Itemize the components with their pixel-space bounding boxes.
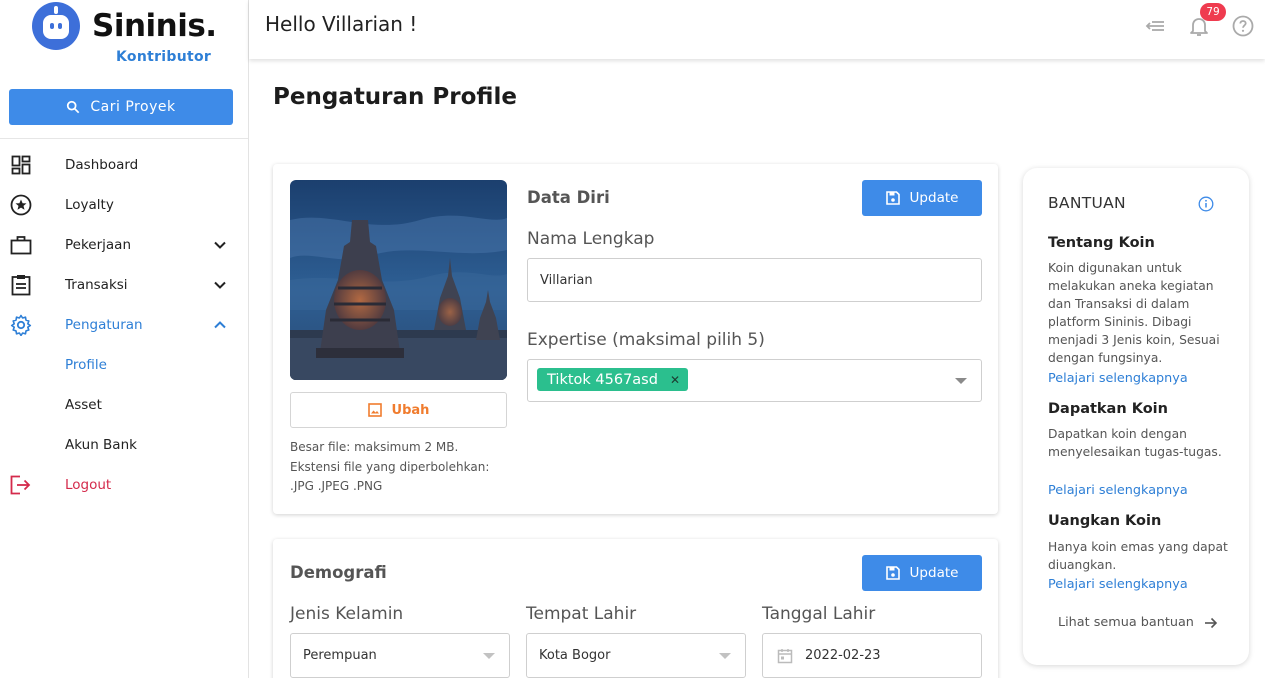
gear-icon <box>10 314 32 336</box>
sidebar-item-label: Transaksi <box>65 277 128 293</box>
help-link-tentang-koin[interactable]: Pelajari selengkapnya <box>1048 371 1188 386</box>
birthplace-select[interactable]: Kota Bogor <box>526 633 746 678</box>
sidebar-subitem-akun-bank[interactable]: Akun Bank <box>0 425 248 465</box>
briefcase-icon <box>10 234 32 256</box>
sidebar-nav: Dashboard Loyalty Pekerjaan Transaksi Pe… <box>0 145 248 505</box>
sidebar-item-label: Loyalty <box>65 197 114 213</box>
logout-icon <box>10 474 32 496</box>
brand-name: Sininis. <box>92 8 217 44</box>
expertise-chip: Tiktok 4567asd ✕ <box>537 368 689 391</box>
birthplace-label: Tempat Lahir <box>526 604 637 624</box>
update-label: Update <box>909 190 959 206</box>
demografi-title: Demografi <box>290 563 387 582</box>
sidebar-subitem-asset[interactable]: Asset <box>0 385 248 425</box>
profile-photo <box>290 180 507 380</box>
search-project-button[interactable]: Cari Proyek <box>9 89 233 125</box>
sidebar-item-label: Pekerjaan <box>65 237 132 253</box>
help-heading-dapatkan-koin: Dapatkan Koin <box>1048 401 1168 417</box>
see-all-help-link[interactable]: Lihat semua bantuan <box>1058 615 1218 630</box>
collapse-menu-icon[interactable] <box>1143 14 1167 38</box>
full-name-field[interactable]: Villarian <box>527 258 982 302</box>
change-photo-button[interactable]: Ubah <box>290 392 507 428</box>
chevron-down-icon <box>214 281 226 289</box>
page-title: Pengaturan Profile <box>273 84 517 110</box>
help-text-tentang-koin: Koin digunakan untuk melakukan aneka keg… <box>1048 261 1220 365</box>
expertise-label: Expertise (maksimal pilih 5) <box>527 330 765 350</box>
brand-subtitle: Kontributor <box>116 49 212 65</box>
image-icon <box>367 403 382 417</box>
data-diri-update-button[interactable]: Update <box>862 180 982 216</box>
help-link-uangkan-koin[interactable]: Pelajari selengkapnya <box>1048 577 1188 592</box>
birthplace-value: Kota Bogor <box>539 648 611 663</box>
sidebar-item-transaksi[interactable]: Transaksi <box>0 265 248 305</box>
sidebar-item-label: Akun Bank <box>65 437 137 453</box>
clipboard-icon <box>10 274 32 296</box>
sidebar-item-label: Pengaturan <box>65 317 143 333</box>
help-circle-icon[interactable] <box>1231 14 1255 38</box>
brand-logo[interactable]: Sininis. Kontributor <box>32 2 222 68</box>
search-icon <box>67 100 80 114</box>
file-info: Besar file: maksimum 2 MB. Ekstensi file… <box>290 438 507 497</box>
gender-value: Perempuan <box>303 648 377 663</box>
full-name-label: Nama Lengkap <box>527 229 655 249</box>
calendar-icon <box>777 648 793 663</box>
help-title: BANTUAN <box>1048 194 1126 212</box>
arrow-right-icon <box>1204 617 1218 628</box>
gender-label: Jenis Kelamin <box>290 604 404 624</box>
dropdown-caret-icon <box>719 652 731 659</box>
expertise-chip-label: Tiktok 4567asd <box>547 371 658 388</box>
dashboard-icon <box>10 154 32 176</box>
see-all-help-label: Lihat semua bantuan <box>1058 615 1194 630</box>
sidebar-item-label: Logout <box>65 477 112 493</box>
star-icon <box>10 194 32 216</box>
dropdown-caret-icon <box>955 377 967 384</box>
help-heading-uangkan-koin: Uangkan Koin <box>1048 513 1162 529</box>
file-size-note: Besar file: maksimum 2 MB. <box>290 440 459 454</box>
birthdate-field[interactable]: 2022-02-23 <box>762 633 982 678</box>
notification-badge: 79 <box>1200 3 1226 21</box>
sidebar-item-loyalty[interactable]: Loyalty <box>0 185 248 225</box>
mascot-logo-icon <box>32 2 80 50</box>
sidebar-item-logout[interactable]: Logout <box>0 465 248 505</box>
full-name-value: Villarian <box>540 272 593 288</box>
birthdate-value: 2022-02-23 <box>805 648 881 663</box>
sidebar-item-label: Asset <box>65 397 102 413</box>
sidebar: Sininis. Kontributor Cari Proyek Dashboa… <box>0 0 249 678</box>
demografi-card: Demografi Update Jenis Kelamin Perempuan… <box>273 539 998 678</box>
sidebar-item-pengaturan[interactable]: Pengaturan <box>0 305 248 345</box>
chevron-up-icon <box>214 321 226 329</box>
chevron-down-icon <box>214 241 226 249</box>
help-text-dapatkan-koin: Dapatkan koin dengan menyelesaikan tugas… <box>1048 427 1222 459</box>
help-panel: BANTUAN Tentang Koin Koin digunakan untu… <box>1023 168 1249 665</box>
help-link-dapatkan-koin[interactable]: Pelajari selengkapnya <box>1048 483 1188 498</box>
sidebar-item-label: Profile <box>65 357 107 373</box>
greeting-text: Hello Villarian ! <box>265 12 418 36</box>
topbar: Hello Villarian ! 79 <box>249 0 1265 59</box>
sidebar-item-dashboard[interactable]: Dashboard <box>0 145 248 185</box>
save-icon <box>885 191 900 205</box>
file-ext-list: .JPG .JPEG .PNG <box>290 479 383 493</box>
data-diri-title: Data Diri <box>527 188 610 207</box>
sidebar-divider <box>0 138 248 139</box>
sidebar-item-pekerjaan[interactable]: Pekerjaan <box>0 225 248 265</box>
help-heading-tentang-koin: Tentang Koin <box>1048 235 1155 251</box>
change-photo-label: Ubah <box>391 402 430 418</box>
help-text-uangkan-koin: Hanya koin emas yang dapat diuangkan. <box>1048 540 1228 572</box>
sidebar-subitem-profile[interactable]: Profile <box>0 345 248 385</box>
data-diri-card: Ubah Besar file: maksimum 2 MB. Ekstensi… <box>273 164 998 514</box>
remove-chip-icon[interactable]: ✕ <box>670 373 680 387</box>
info-icon[interactable] <box>1198 196 1214 212</box>
dropdown-caret-icon <box>483 652 495 659</box>
birthdate-label: Tanggal Lahir <box>762 604 876 624</box>
file-ext-note: Ekstensi file yang diperbolehkan: <box>290 459 490 474</box>
gender-select[interactable]: Perempuan <box>290 633 510 678</box>
save-icon <box>885 566 900 580</box>
expertise-select[interactable]: Tiktok 4567asd ✕ <box>527 359 982 402</box>
update-label: Update <box>909 565 959 581</box>
demografi-update-button[interactable]: Update <box>862 555 982 591</box>
sidebar-item-label: Dashboard <box>65 157 139 173</box>
profile-photo-image <box>290 180 507 380</box>
search-project-label: Cari Proyek <box>90 99 176 115</box>
